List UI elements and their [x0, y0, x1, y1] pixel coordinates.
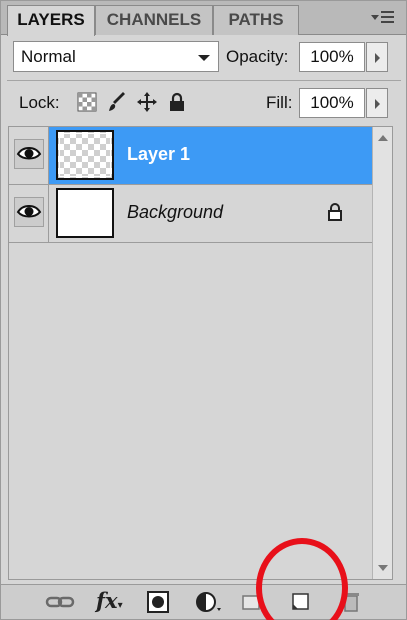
opacity-field[interactable]: 100%	[299, 42, 365, 72]
opacity-label: Opacity:	[226, 47, 289, 66]
eye-icon	[16, 147, 42, 160]
lock-fill-row: Lock: Fill: 100%	[1, 85, 406, 121]
visibility-toggle[interactable]	[9, 127, 49, 184]
layers-panel: LAYERS CHANNELS PATHS Normal Opacity: 10…	[0, 0, 407, 620]
fx-icon[interactable]: fx▾	[96, 588, 123, 613]
panel-menu-icon[interactable]	[370, 8, 396, 28]
lock-image-icon[interactable]	[107, 92, 127, 112]
layer-name[interactable]: Layer 1	[127, 144, 190, 165]
blend-opacity-row: Normal Opacity: 100%	[1, 36, 406, 78]
link-layers-icon[interactable]	[45, 590, 75, 614]
chevron-right-icon	[375, 53, 380, 63]
layer-row-layer-1[interactable]: Layer 1	[9, 127, 372, 185]
scroll-up-icon[interactable]	[378, 135, 388, 141]
lock-icon	[328, 203, 342, 221]
fill-label: Fill:	[266, 93, 293, 112]
panel-tab-bar: LAYERS CHANNELS PATHS	[1, 1, 406, 36]
layers-bottom-toolbar: fx▾	[1, 584, 406, 619]
scroll-down-icon[interactable]	[378, 565, 388, 571]
delete-layer-icon[interactable]	[341, 590, 361, 614]
layer-row-background[interactable]: Background	[9, 185, 372, 243]
layer-thumbnail	[56, 188, 114, 238]
divider	[7, 80, 401, 81]
eye-icon	[16, 205, 42, 218]
chevron-down-icon	[198, 55, 210, 61]
tab-channels[interactable]: CHANNELS	[95, 5, 213, 35]
tab-paths[interactable]: PATHS	[213, 5, 299, 35]
fill-slider-button[interactable]	[366, 88, 388, 118]
tab-layers[interactable]: LAYERS	[7, 5, 95, 36]
lock-all-icon[interactable]	[167, 92, 187, 112]
add-mask-icon[interactable]	[146, 590, 170, 614]
layer-thumbnail	[56, 130, 114, 180]
chevron-right-icon	[375, 99, 380, 109]
lock-transparent-icon[interactable]	[77, 92, 97, 112]
blend-mode-value: Normal	[21, 47, 76, 66]
lock-label: Lock:	[19, 93, 60, 112]
layers-list: Layer 1 Background	[8, 126, 393, 580]
layer-name[interactable]: Background	[127, 202, 223, 223]
layers-scrollbar[interactable]	[372, 127, 392, 579]
lock-position-icon[interactable]	[137, 92, 157, 112]
new-layer-icon[interactable]	[289, 590, 311, 614]
visibility-toggle[interactable]	[9, 185, 49, 242]
new-group-icon[interactable]	[241, 590, 261, 614]
fill-field[interactable]: 100%	[299, 88, 365, 118]
blend-mode-dropdown[interactable]: Normal	[13, 41, 219, 72]
opacity-slider-button[interactable]	[366, 42, 388, 72]
adjustment-layer-icon[interactable]	[195, 590, 223, 614]
fx-label: fx	[96, 588, 118, 613]
